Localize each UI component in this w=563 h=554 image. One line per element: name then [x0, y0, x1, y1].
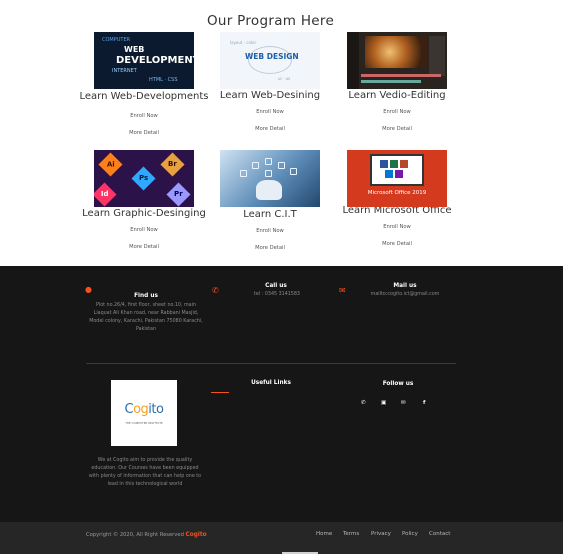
course-card-microsoft-office: Microsoft Office 2019 Learn Microsoft Of… [332, 150, 462, 247]
section-title: Our Program Here [206, 13, 335, 29]
course-title: Learn Vedio-Editing [348, 90, 446, 101]
cit-image [220, 150, 320, 207]
more-detail-link[interactable]: More Detail [79, 244, 209, 250]
about-text: We at Cogito aim to provide the quality … [88, 458, 202, 487]
footer-divider [86, 363, 456, 364]
address-text: Plot no.26/4, first floor, sheet no.10, … [89, 303, 203, 332]
nav-privacy[interactable]: Privacy [371, 531, 391, 537]
copyright: Copyright © 2020, All Right Reserved Cog… [86, 532, 207, 538]
enroll-now-link[interactable]: Enroll Now [79, 113, 209, 119]
course-card-web-development: COMPUTER WEB DEVELOPMENT INTERNET HTML ·… [79, 32, 209, 136]
graphic-design-image: Ai Ps Br Id Pr [94, 150, 194, 207]
course-card-video-editing: Learn Vedio-Editing Enroll Now More Deta… [332, 32, 462, 132]
nav-home[interactable]: Home [316, 531, 332, 537]
course-card-graphic-design: Ai Ps Br Id Pr Learn Graphic-Desinging E… [79, 150, 209, 250]
nav-policy[interactable]: Policy [402, 531, 418, 537]
thumb-text: Br [168, 159, 177, 168]
bottom-bar [0, 522, 563, 554]
heading-underline [211, 392, 229, 393]
footer [0, 266, 563, 554]
envelope-icon: ✉ [339, 286, 346, 295]
course-title: Learn Web-Developments [79, 91, 209, 102]
course-card-cit: Learn C.I.T Enroll Now More Detail [205, 150, 335, 251]
map-marker-icon: ● [85, 285, 92, 294]
more-detail-link[interactable]: More Detail [332, 241, 462, 247]
phone-link[interactable]: tel : 0345 3141583 [240, 291, 314, 299]
enroll-now-link[interactable]: Enroll Now [79, 227, 209, 233]
course-card-web-design: WEB DESIGN layout · color ui · ux Learn … [205, 32, 335, 132]
thumb-text: COMPUTER [102, 37, 131, 43]
call-us-heading: Call us [265, 283, 287, 289]
useful-links-heading: Useful Links [251, 380, 291, 386]
mail-us-heading: Mail us [393, 283, 417, 289]
enroll-now-link[interactable]: Enroll Now [332, 109, 462, 115]
thumb-text: WEB DESIGN [245, 52, 299, 61]
more-detail-link[interactable]: More Detail [205, 245, 335, 251]
enroll-now-link[interactable]: Enroll Now [332, 224, 462, 230]
copyright-text: Copyright © 2020, All Right Reserved [86, 532, 184, 538]
instagram-icon[interactable]: ▣ [381, 400, 386, 406]
microsoft-office-image: Microsoft Office 2019 [347, 150, 447, 207]
nav-terms[interactable]: Terms [343, 531, 359, 537]
brand-link[interactable]: Cogito [186, 532, 207, 538]
video-editing-image [347, 32, 447, 89]
enroll-now-link[interactable]: Enroll Now [205, 228, 335, 234]
web-development-image: COMPUTER WEB DEVELOPMENT INTERNET HTML ·… [94, 32, 194, 89]
course-title: Learn Graphic-Desinging [82, 208, 206, 219]
web-design-image: WEB DESIGN layout · color ui · ux [220, 32, 320, 89]
phone-social-icon[interactable]: ✆ [361, 400, 366, 406]
thumb-text: Ai [106, 159, 115, 168]
facebook-icon[interactable]: f [423, 400, 425, 406]
phone-icon: ✆ [212, 286, 219, 295]
follow-us-heading: Follow us [382, 381, 414, 387]
enroll-now-link[interactable]: Enroll Now [205, 109, 335, 115]
thumb-text: INTERNET [112, 68, 137, 74]
find-us-heading: Find us [134, 293, 158, 299]
course-title: Learn C.I.T [243, 209, 297, 220]
more-detail-link[interactable]: More Detail [79, 130, 209, 136]
cogito-logo: Cogito THE COMPUTER INSTITUTE [111, 380, 177, 446]
course-title: Learn Web-Desining [219, 90, 321, 101]
more-detail-link[interactable]: More Detail [332, 126, 462, 132]
thumb-text: Ps [138, 174, 149, 182]
nav-contact[interactable]: Contact [429, 531, 450, 537]
email-link[interactable]: mailto:cogito.ict@gmail.com [356, 291, 454, 299]
more-detail-link[interactable]: More Detail [205, 126, 335, 132]
email-social-icon[interactable]: ✉ [401, 400, 406, 406]
thumb-caption: Microsoft Office 2019 [367, 190, 427, 196]
